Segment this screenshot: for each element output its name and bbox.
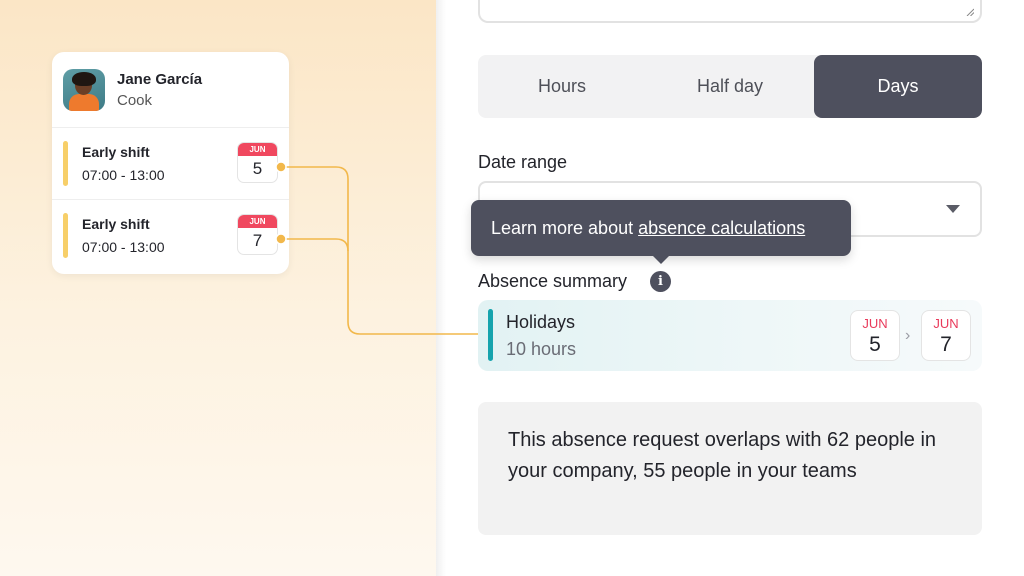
segment-hours[interactable]: Hours <box>478 55 646 118</box>
connector-line-1 <box>281 166 482 335</box>
chevron-right-icon: › <box>905 327 911 344</box>
holiday-color-bar <box>488 309 493 361</box>
tooltip-text: Learn more about <box>491 217 634 238</box>
end-date-card: JUN 7 <box>921 310 971 361</box>
segment-half-day[interactable]: Half day <box>646 55 814 118</box>
duration-segmented-control: Hours Half day Days <box>478 55 982 118</box>
connector-dot-1 <box>275 161 287 173</box>
tooltip-arrow <box>652 255 670 264</box>
resize-handle-icon[interactable] <box>966 8 974 16</box>
start-date-card: JUN 5 <box>850 310 900 361</box>
start-month: JUN <box>862 316 888 331</box>
date-range-label: Date range <box>478 152 568 172</box>
end-day: 7 <box>940 333 952 356</box>
overlap-notice: This absence request overlaps with 62 pe… <box>478 402 982 535</box>
start-day: 5 <box>869 333 881 356</box>
connector-line-2 <box>281 238 349 252</box>
absence-amount: 10 hours <box>506 339 577 359</box>
absence-summary-label: Absence summary <box>478 271 628 291</box>
absence-calculations-link[interactable]: absence calculations <box>638 218 805 239</box>
end-month: JUN <box>933 316 959 331</box>
tooltip: Learn more about absence calculations <box>471 200 851 256</box>
notes-textarea[interactable] <box>478 0 982 23</box>
absence-type: Holidays <box>506 312 576 332</box>
absence-summary-card: Holidays 10 hours JUN 5 › JUN 7 <box>478 300 982 371</box>
connector-dot-2 <box>275 233 287 245</box>
info-icon[interactable]: i <box>650 271 671 292</box>
segment-days[interactable]: Days <box>814 55 982 118</box>
chevron-down-icon <box>946 205 960 213</box>
